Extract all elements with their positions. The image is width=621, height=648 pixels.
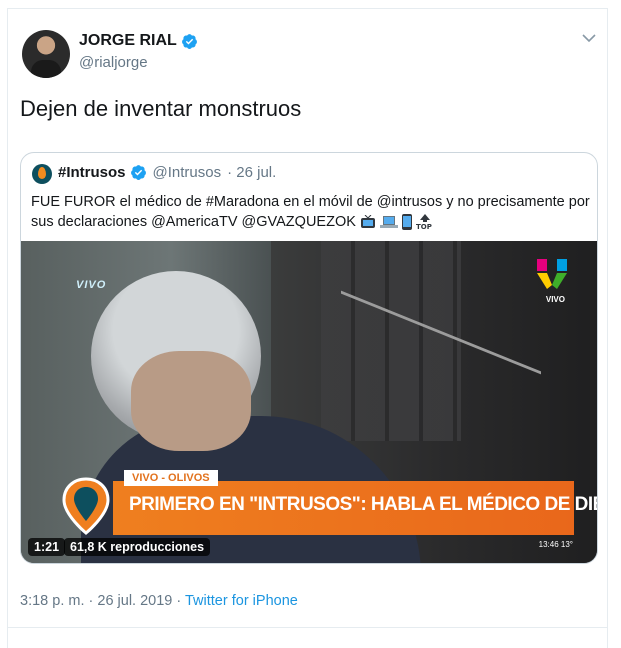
tweet-date[interactable]: 26 jul. 2019: [97, 593, 172, 609]
channel-logo-icon: [537, 259, 567, 289]
divider: [7, 627, 608, 628]
quoted-avatar: [32, 164, 52, 184]
separator-dot: ·: [176, 593, 185, 609]
video-views: 61,8 K reproducciones: [64, 538, 211, 556]
author-name-row[interactable]: JORGE RIAL: [79, 32, 198, 50]
quoted-text: FUE FUROR el médico de #Maradona en el m…: [31, 194, 590, 230]
author-avatar[interactable]: [22, 30, 70, 78]
phone-icon: [402, 214, 412, 231]
quoted-handle: @Intrusos: [152, 164, 222, 181]
video-clock: 13:46 13°: [539, 540, 573, 549]
verified-badge-icon: [130, 165, 146, 180]
news-banner-text: PRIMERO EN "INTRUSOS": HABLA EL MÉDICO D…: [129, 494, 597, 515]
video-duration: 1:21: [28, 538, 66, 556]
live-badge-right: VIVO: [545, 295, 565, 304]
author-name[interactable]: JORGE RIAL: [79, 32, 177, 50]
quoted-date: · 26 jul.: [227, 164, 277, 181]
top-arrow-icon: TOP: [416, 214, 432, 230]
clock-time: 13:46: [538, 540, 559, 549]
verified-badge-icon: [181, 33, 197, 49]
quoted-name: #Intrusos: [58, 164, 126, 181]
laptop-icon: [379, 216, 398, 229]
video-player[interactable]: VIVO VIVO VIVO - OLIVOS PRIMERO EN "INTR…: [21, 241, 597, 563]
clock-temp: 13°: [560, 540, 573, 549]
quoted-header: #Intrusos @Intrusos · 26 jul.: [58, 164, 276, 181]
quoted-text-block: FUE FUROR el médico de #Maradona en el m…: [31, 192, 591, 232]
tweet-text: Dejen de inventar monstruos: [20, 96, 302, 121]
tweet-footer: 3:18 p. m. · 26 jul. 2019 · Twitter for …: [20, 593, 298, 609]
live-badge-left: VIVO: [76, 279, 107, 291]
quoted-tweet[interactable]: #Intrusos @Intrusos · 26 jul. FUE FUROR …: [20, 152, 598, 564]
chevron-down-icon[interactable]: [582, 33, 596, 43]
tweet-time[interactable]: 3:18 p. m.: [20, 593, 84, 609]
tweet-source-link[interactable]: Twitter for iPhone: [185, 593, 298, 609]
location-tag: VIVO - OLIVOS: [124, 470, 218, 486]
map-pin-logo-icon: [62, 477, 110, 535]
author-handle[interactable]: @rialjorge: [79, 54, 148, 71]
video-person-face: [131, 351, 251, 451]
tv-icon: [360, 215, 375, 229]
svg-text:TOP: TOP: [416, 223, 432, 230]
